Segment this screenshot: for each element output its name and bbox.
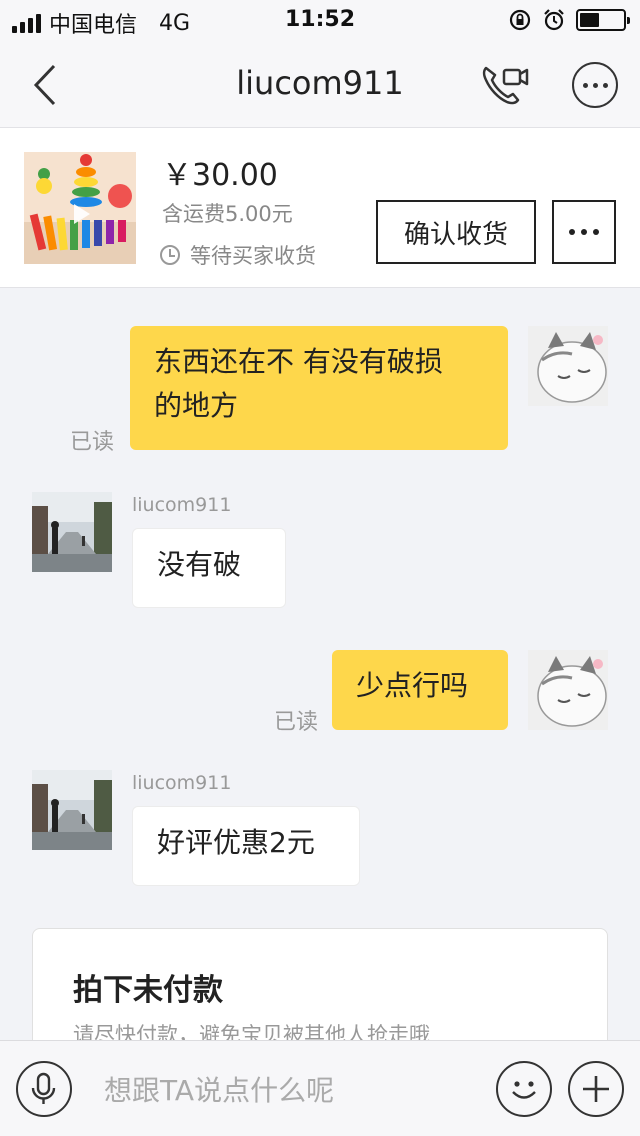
contact-avatar[interactable] [32, 770, 112, 850]
message-bubble-mine[interactable]: 东西还在不 有没有破损 的地方 [130, 326, 508, 450]
alarm-icon [544, 9, 564, 31]
message-input[interactable]: 想跟TA说点什么呢 [104, 1069, 334, 1109]
message-bubble-mine[interactable]: 少点行吗 [332, 650, 508, 730]
more-options-icon[interactable] [572, 62, 618, 108]
status-bar: 中国电信 4G 11:52 [0, 0, 640, 40]
message-input-bar: 想跟TA说点什么呢 [0, 1040, 640, 1136]
message-bubble-theirs[interactable]: 好评优惠2元 [132, 806, 360, 886]
contact-avatar[interactable] [32, 492, 112, 572]
message-text-line: 东西还在不 有没有破损 [154, 345, 443, 378]
my-avatar[interactable] [528, 650, 608, 730]
sender-name: liucom911 [132, 494, 232, 516]
message-text: 好评优惠2元 [157, 826, 315, 859]
sender-name: liucom911 [132, 772, 232, 794]
nav-bar: liucom911 [0, 40, 640, 128]
rotation-lock-icon [509, 9, 531, 31]
call-video-icon[interactable] [480, 62, 530, 108]
emoji-icon[interactable] [496, 1061, 552, 1117]
read-receipt: 已读 [70, 430, 115, 455]
chat-area[interactable]: 已读 东西还在不 有没有破损 的地方 liucom911 没有破 已读 少点行吗… [0, 288, 640, 1040]
message-text: 少点行吗 [356, 669, 469, 702]
order-more-button[interactable] [552, 200, 616, 264]
read-receipt: 已读 [274, 710, 319, 735]
add-attachment-icon[interactable] [568, 1061, 624, 1117]
order-status-card[interactable]: 拍下未付款 请尽快付款，避免宝贝被其他人抢走哦 [32, 928, 608, 1040]
confirm-receipt-button[interactable]: 确认收货 [376, 200, 536, 264]
chat-title: liucom911 [236, 64, 404, 102]
microphone-icon[interactable] [16, 1061, 72, 1117]
battery-icon [576, 9, 630, 31]
shipping-fee: 含运费5.00元 [162, 202, 293, 226]
order-card-title: 拍下未付款 [73, 973, 223, 1008]
order-status: 等待买家收货 [160, 240, 316, 270]
clock-icon [160, 245, 180, 265]
my-avatar[interactable] [528, 326, 608, 406]
message-text-line: 的地方 [154, 389, 239, 422]
message-bubble-theirs[interactable]: 没有破 [132, 528, 286, 608]
product-price: ￥30.00 [162, 158, 278, 193]
message-text: 没有破 [157, 548, 242, 581]
product-card[interactable]: ￥30.00 含运费5.00元 等待买家收货 确认收货 [0, 128, 640, 288]
order-card-desc: 请尽快付款，避免宝贝被其他人抢走哦 [73, 1023, 430, 1040]
order-status-label: 等待买家收货 [190, 244, 316, 268]
product-thumbnail[interactable] [24, 152, 136, 264]
